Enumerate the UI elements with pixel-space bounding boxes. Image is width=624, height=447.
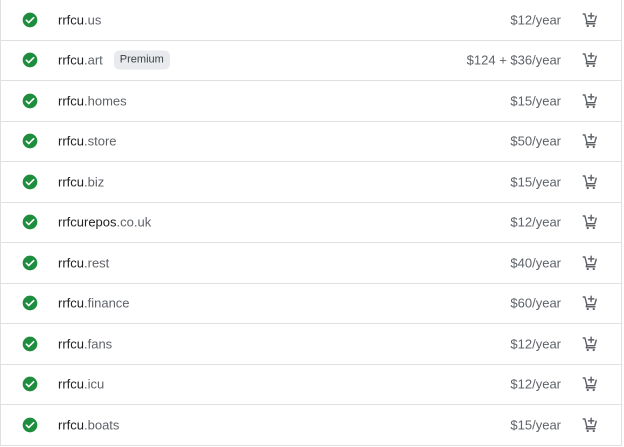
check-circle-icon [22,255,38,271]
domain-price: $60/year [510,295,561,311]
domain-label: rrfcu [58,295,84,311]
domain-name: rrfcu .biz [58,174,104,189]
domain-name: rrfcu .us [58,12,101,27]
domain-label: rrfcu [58,376,84,392]
domain-name: rrfcu .icu [58,377,104,392]
domain-row: rrfcu .icu $12/year [1,365,621,405]
domain-label: rrfcurepos [58,214,117,230]
domain-tld: .art [84,52,103,68]
add-to-cart-icon[interactable] [581,294,599,312]
domain-row: rrfcu .fans $12/year [1,324,621,365]
domain-price: $40/year [510,255,561,271]
domain-label: rrfcu [58,133,84,149]
domain-tld: .boats [84,417,120,433]
domain-price: $12/year [510,12,561,28]
domain-name: rrfcu .fans [58,336,112,351]
domain-tld: .store [84,133,117,149]
domain-row: rrfcu .finance $60/year [1,284,621,324]
add-to-cart-icon[interactable] [581,92,599,110]
domain-row: rrfcu .homes $15/year [1,81,621,122]
domain-row: rrfcurepos .co.uk $12/year [1,203,621,243]
add-to-cart-icon[interactable] [581,51,599,69]
add-to-cart-icon[interactable] [581,11,599,29]
domain-row: rrfcu .rest $40/year [1,243,621,284]
check-circle-icon [22,214,38,230]
domain-price: $12/year [510,376,561,392]
domain-price: $50/year [510,133,561,149]
domain-tld: .finance [84,295,130,311]
domain-results-list: rrfcu .us $12/year rrfcu .art Premium $124… [0,0,622,446]
domain-name: rrfcu .boats [58,418,119,433]
add-to-cart-icon[interactable] [581,132,599,150]
domain-label: rrfcu [58,52,84,68]
domain-tld: .fans [84,336,113,352]
check-circle-icon [22,12,38,28]
domain-row: rrfcu .boats $15/year [1,405,621,446]
domain-label: rrfcu [58,174,84,190]
add-to-cart-icon[interactable] [581,375,599,393]
domain-tld: .icu [84,376,105,392]
domain-row: rrfcu .store $50/year [1,122,621,162]
check-circle-icon [22,133,38,149]
domain-row: rrfcu .art Premium $124 + $36/year [1,41,621,81]
domain-label: rrfcu [58,255,84,271]
domain-label: rrfcu [58,336,84,352]
domain-name: rrfcu .store [58,134,117,149]
domain-name: rrfcu .homes [58,93,127,108]
domain-tld: .homes [84,93,127,109]
add-to-cart-icon[interactable] [581,213,599,231]
domain-price: $124 + $36/year [466,52,561,68]
domain-label: rrfcu [58,417,84,433]
domain-price: $15/year [510,174,561,190]
domain-price: $12/year [510,214,561,230]
domain-row: rrfcu .us $12/year [1,0,621,41]
domain-name: rrfcu .finance [58,296,130,311]
add-to-cart-icon[interactable] [581,416,599,434]
domain-tld: .us [84,12,102,28]
domain-label: rrfcu [58,12,84,28]
domain-tld: .co.uk [116,214,152,230]
domain-price: $15/year [510,93,561,109]
domain-price: $15/year [510,417,561,433]
domain-name: rrfcu .art Premium [58,50,170,70]
check-circle-icon [22,376,38,392]
check-circle-icon [22,93,38,109]
check-circle-icon [22,52,38,68]
domain-label: rrfcu [58,93,84,109]
domain-tld: .biz [84,174,105,190]
premium-badge: Premium [113,50,170,70]
domain-price: $12/year [510,336,561,352]
add-to-cart-icon[interactable] [581,173,599,191]
check-circle-icon [22,417,38,433]
domain-name: rrfcurepos .co.uk [58,215,151,230]
check-circle-icon [22,336,38,352]
add-to-cart-icon[interactable] [581,254,599,272]
check-circle-icon [22,174,38,190]
domain-row: rrfcu .biz $15/year [1,162,621,203]
domain-tld: .rest [84,255,110,271]
add-to-cart-icon[interactable] [581,335,599,353]
check-circle-icon [22,295,38,311]
domain-name: rrfcu .rest [58,255,109,270]
